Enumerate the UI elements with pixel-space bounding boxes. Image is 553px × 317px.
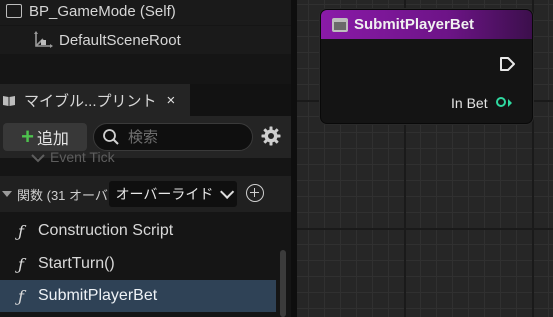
function-item-start-turn[interactable]: ƒ StartTurn() <box>0 248 276 280</box>
function-override-icon: ƒ <box>18 221 24 241</box>
component-tree-item-root[interactable]: BP_GameMode (Self) <box>0 0 291 25</box>
blueprint-icon <box>6 4 22 18</box>
exec-output-pin-icon[interactable] <box>499 56 516 72</box>
book-icon <box>2 94 16 106</box>
component-tree-item-default-scene-root[interactable]: DefaultSceneRoot <box>0 26 291 54</box>
tab-my-blueprint[interactable]: マイブル...プリント × <box>0 84 190 116</box>
functions-section-label: 関数 (31 オーバー <box>17 187 121 203</box>
search-box[interactable] <box>93 123 253 151</box>
functions-section-header[interactable]: 関数 (31 オーバー オーバーライド <box>0 176 291 212</box>
node-header[interactable]: SubmitPlayerBet <box>321 10 532 39</box>
close-tab-icon[interactable]: × <box>167 92 176 109</box>
tab-my-blueprint-label: マイブル...プリント <box>24 92 157 110</box>
function-label: SubmitPlayerBet <box>38 287 158 304</box>
function-entry-node[interactable]: SubmitPlayerBet In Bet <box>320 9 533 124</box>
component-root-label: BP_GameMode (Self) <box>29 2 176 20</box>
left-panel: BP_GameMode (Self) DefaultSceneRoot マイブル… <box>0 0 291 317</box>
override-dropdown-label: オーバーライド <box>115 186 214 202</box>
scrollbar[interactable] <box>280 250 286 317</box>
function-icon: ƒ <box>18 286 24 306</box>
function-item-submit-player-bet[interactable]: ƒ SubmitPlayerBet <box>0 280 276 312</box>
event-tick-item[interactable]: Event Tick <box>0 146 115 168</box>
function-entry-icon <box>332 17 348 32</box>
component-child-label: DefaultSceneRoot <box>59 31 181 49</box>
function-item-construction-script[interactable]: ƒ Construction Script <box>0 215 276 247</box>
event-icon <box>31 154 45 163</box>
pin-arrow-icon <box>508 99 512 107</box>
gear-icon[interactable] <box>260 125 282 147</box>
function-label: StartTurn() <box>38 255 115 272</box>
scene-component-icon <box>33 31 53 49</box>
override-dropdown[interactable]: オーバーライド <box>109 181 237 207</box>
event-tick-label: Event Tick <box>50 149 115 165</box>
add-function-icon[interactable] <box>246 184 264 202</box>
output-pin-label: In Bet <box>451 95 488 111</box>
function-label: Construction Script <box>38 222 174 239</box>
search-icon <box>103 129 119 145</box>
expand-triangle-icon[interactable] <box>2 191 12 197</box>
plus-icon: + <box>21 124 34 149</box>
my-blueprint-tab-strip: マイブル...プリント × <box>0 84 291 116</box>
search-input[interactable] <box>126 127 240 147</box>
function-icon: ƒ <box>18 254 24 274</box>
node-title: SubmitPlayerBet <box>354 16 475 33</box>
chevron-down-icon <box>220 184 235 199</box>
data-output-pin-icon[interactable] <box>496 97 506 107</box>
